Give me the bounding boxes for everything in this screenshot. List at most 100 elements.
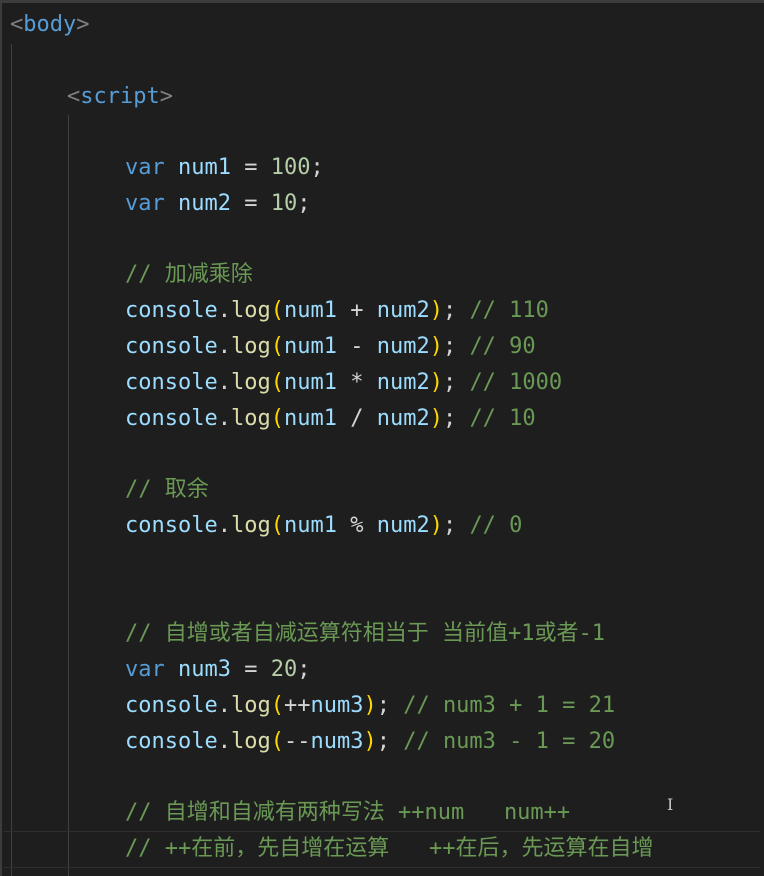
code-line-comment-incdec[interactable]: // 自增或者自减运算符相当于 当前值+1或者-1 — [125, 619, 605, 649]
variable: num2 — [376, 370, 430, 395]
indent-guide-script — [68, 115, 69, 876]
paren-open: ( — [270, 406, 284, 431]
semicolon: ; — [442, 513, 470, 538]
object-console: console — [125, 370, 218, 395]
code-line-comment-order[interactable]: // ++在前，先自增在运算 ++在后，先运算在自增 — [125, 834, 653, 864]
dot: . — [217, 729, 231, 754]
code-line-log-add[interactable]: console.log(num1 + num2); // 110 — [125, 296, 549, 326]
operator: % — [336, 513, 377, 538]
keyword: var — [125, 191, 165, 216]
function-log: log — [230, 729, 271, 754]
operator: = — [230, 191, 271, 216]
dot: . — [217, 513, 231, 538]
comment: // 10 — [469, 406, 536, 431]
semicolon: ; — [376, 693, 404, 718]
object-console: console — [125, 693, 218, 718]
comment: // num3 - 1 = 20 — [403, 729, 616, 754]
operator: * — [336, 370, 377, 395]
semicolon: ; — [376, 729, 404, 754]
variable: num2 — [376, 334, 430, 359]
increment-operator: ++ — [283, 693, 311, 718]
number-literal: 10 — [270, 191, 298, 216]
code-line-comment-mod[interactable]: // 取余 — [125, 475, 209, 505]
function-log: log — [230, 334, 271, 359]
paren-open: ( — [270, 370, 284, 395]
comment: // num3 + 1 = 21 — [403, 693, 616, 718]
semicolon: ; — [442, 298, 470, 323]
code-editor[interactable]: <body> <script> var num1 = 100; var num2… — [0, 0, 764, 876]
code-line-var-num1[interactable]: var num1 = 100; — [125, 153, 324, 183]
comment: // 1000 — [469, 370, 563, 395]
editor-left-border — [0, 0, 2, 876]
code-line-log-mod[interactable]: console.log(num1 % num2); // 0 — [125, 511, 522, 541]
paren-open: ( — [270, 729, 284, 754]
dot: . — [217, 298, 231, 323]
editor-top-border — [0, 0, 764, 3]
tag-name: body — [23, 12, 77, 37]
semicolon: ; — [442, 370, 470, 395]
variable: num1 — [178, 155, 231, 180]
code-line-script-tag[interactable]: <script> — [67, 82, 173, 112]
operator: - — [336, 334, 377, 359]
tag-open-bracket: < — [10, 12, 24, 37]
comment: // 取余 — [125, 477, 209, 502]
text-cursor-ibeam-icon: I — [667, 795, 674, 814]
function-log: log — [230, 513, 271, 538]
code-line-comment-arith[interactable]: // 加减乘除 — [125, 260, 253, 290]
operator: = — [230, 155, 271, 180]
paren-open: ( — [270, 298, 284, 323]
variable: num1 — [283, 513, 337, 538]
semicolon: ; — [297, 657, 311, 682]
keyword: var — [125, 657, 165, 682]
comment: // 加减乘除 — [125, 262, 253, 287]
number-literal: 100 — [270, 155, 311, 180]
comment: // 自增和自减有两种写法 ++num num++ — [125, 800, 571, 825]
variable: num3 — [310, 729, 364, 754]
paren-open: ( — [270, 334, 284, 359]
decrement-operator: -- — [283, 729, 311, 754]
operator: = — [230, 657, 271, 682]
object-console: console — [125, 513, 218, 538]
function-log: log — [230, 298, 271, 323]
tag-close-bracket: > — [76, 12, 90, 37]
code-line-log-predec[interactable]: console.log(--num3); // num3 - 1 = 20 — [125, 727, 615, 757]
comment: // 110 — [469, 298, 549, 323]
tag-name: script — [80, 84, 160, 109]
semicolon: ; — [442, 406, 470, 431]
semicolon: ; — [442, 334, 470, 359]
variable: num3 — [310, 693, 364, 718]
tag-open-bracket: < — [67, 84, 81, 109]
dot: . — [217, 370, 231, 395]
code-line-comment-forms[interactable]: // 自增和自减有两种写法 ++num num++ — [125, 798, 570, 828]
variable: num2 — [178, 191, 231, 216]
paren-close: ) — [363, 693, 377, 718]
comment: // ++在前，先自增在运算 ++在后，先运算在自增 — [125, 836, 654, 861]
dot: . — [217, 693, 231, 718]
paren-open: ( — [270, 513, 284, 538]
code-line-body-tag[interactable]: <body> — [10, 10, 89, 40]
semicolon: ; — [297, 191, 311, 216]
variable: num1 — [283, 298, 337, 323]
indent-guide-body — [11, 44, 12, 876]
function-log: log — [230, 693, 271, 718]
comment: // 0 — [469, 513, 523, 538]
paren-open: ( — [270, 693, 284, 718]
variable: num1 — [283, 406, 337, 431]
paren-close: ) — [429, 334, 443, 359]
variable: num2 — [376, 406, 430, 431]
comment: // 自增或者自减运算符相当于 当前值+1或者-1 — [125, 621, 605, 646]
code-line-log-sub[interactable]: console.log(num1 - num2); // 90 — [125, 332, 536, 362]
tag-close-bracket: > — [159, 84, 173, 109]
operator: + — [336, 298, 377, 323]
code-line-var-num2[interactable]: var num2 = 10; — [125, 189, 310, 219]
code-line-log-preinc[interactable]: console.log(++num3); // num3 + 1 = 21 — [125, 691, 615, 721]
function-log: log — [230, 370, 271, 395]
keyword: var — [125, 155, 165, 180]
paren-close: ) — [363, 729, 377, 754]
code-line-log-mul[interactable]: console.log(num1 * num2); // 1000 — [125, 368, 562, 398]
object-console: console — [125, 729, 218, 754]
dot: . — [217, 334, 231, 359]
paren-close: ) — [429, 406, 443, 431]
code-line-var-num3[interactable]: var num3 = 20; — [125, 655, 310, 685]
code-line-log-div[interactable]: console.log(num1 / num2); // 10 — [125, 404, 536, 434]
